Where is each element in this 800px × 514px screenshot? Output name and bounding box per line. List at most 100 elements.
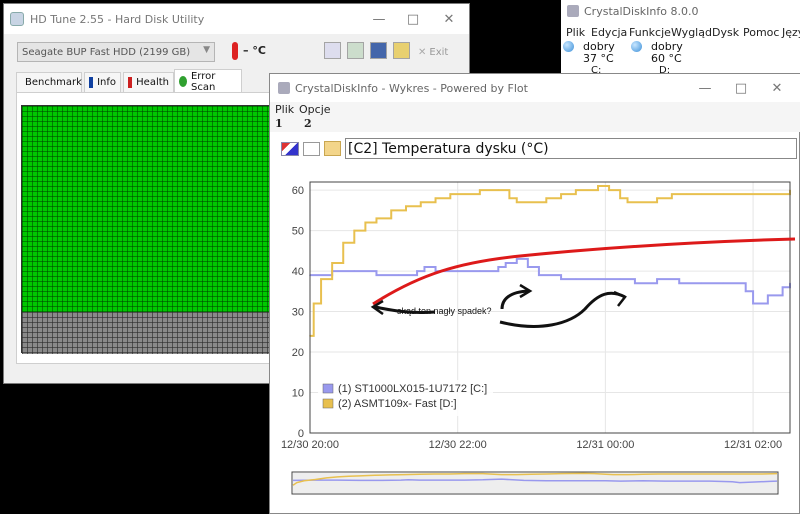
minimize-button[interactable]: —: [362, 4, 396, 34]
series-point: [656, 278, 658, 280]
series-point: [634, 282, 636, 285]
disk-d-temp: 60 °C: [651, 52, 682, 65]
attribute-select[interactable]: [C2] Temperatura dysku (°C): [345, 138, 797, 159]
exit-button[interactable]: ✕ Exit: [418, 42, 458, 62]
temperature-readout: – °C: [243, 44, 266, 57]
tab-info[interactable]: Info: [84, 72, 121, 92]
series-point: [597, 278, 599, 280]
blank-toggle-icon[interactable]: [303, 142, 320, 156]
annotation-arrow-right: [499, 291, 626, 328]
series-point: [312, 302, 315, 305]
options-icon[interactable]: [393, 42, 410, 59]
series-point: [575, 278, 577, 280]
menu-edycja[interactable]: Edycja: [591, 26, 627, 39]
series-point: [397, 274, 400, 276]
x-tick-label: 12/31 02:00: [724, 439, 782, 451]
series-point: [479, 189, 481, 191]
tab-error-scan-label: Error Scan: [190, 70, 216, 93]
menu-pomoc[interactable]: Pomoc: [743, 26, 779, 39]
close-button[interactable]: ✕: [432, 4, 466, 34]
crystaldiskinfo-titlebar[interactable]: CrystalDiskInfo 8.0.0: [561, 0, 800, 22]
folder-icon[interactable]: [324, 141, 341, 156]
y-tick-label: 40: [292, 266, 304, 278]
graph-app-icon: [278, 82, 290, 94]
series-point: [508, 197, 511, 199]
series-point: [560, 193, 562, 195]
series-point: [497, 189, 500, 191]
series-point: [530, 201, 533, 204]
tab-benchmark[interactable]: Benchmark: [16, 72, 82, 92]
series-point: [375, 217, 378, 220]
graph-menu-opcje-label: Opcje: [299, 103, 331, 116]
series-point: [641, 201, 644, 204]
series-point: [722, 193, 725, 195]
series-point: [515, 201, 518, 204]
series-point: [767, 294, 769, 297]
chevron-down-icon: ▼: [203, 45, 210, 55]
series-point: [456, 270, 459, 272]
y-tick-label: 20: [292, 347, 304, 359]
graph-maximize-button[interactable]: □: [724, 74, 758, 102]
hdtune-app-icon: [10, 12, 24, 26]
series-point: [419, 201, 422, 204]
x-tick-label: 12/30 20:00: [281, 439, 339, 451]
series-point: [423, 266, 426, 268]
series-point: [449, 193, 452, 195]
menu-jezyk[interactable]: Języ: [782, 26, 800, 39]
crystaldiskinfo-window: CrystalDiskInfo 8.0.0 Plik Edycja Funkcj…: [561, 0, 800, 80]
y-tick-label: 60: [292, 185, 304, 197]
series-point: [744, 193, 747, 195]
paste-icon[interactable]: [347, 42, 364, 59]
legend-swatch: [322, 383, 334, 394]
flag-icon[interactable]: [281, 142, 299, 156]
menu-dysk[interactable]: Dysk: [712, 26, 739, 39]
disk-c-temp: 37 °C: [583, 52, 614, 65]
graph-menu-opcje[interactable]: Opcje 2: [299, 103, 331, 130]
annotation-arrow-right-head: [613, 290, 627, 307]
series-point: [375, 274, 378, 276]
annotation-text: skąd ten nagły spadek?: [397, 306, 492, 316]
graph-minimize-button[interactable]: —: [688, 74, 722, 102]
error-scan-grid: [21, 105, 271, 354]
series-point: [626, 201, 629, 204]
thermometer-icon: [232, 42, 238, 60]
graph-close-button[interactable]: ✕: [760, 74, 794, 102]
maximize-button[interactable]: □: [396, 4, 430, 34]
series-point: [700, 282, 703, 285]
series-point: [464, 193, 466, 195]
menu-wyglad[interactable]: Wygląd: [671, 26, 712, 39]
series-point: [497, 266, 500, 268]
health-cross-icon: [128, 77, 133, 88]
y-tick-label: 30: [292, 307, 304, 319]
series-point: [700, 193, 703, 195]
drive-select[interactable]: Seagate BUP Fast HDD (2199 GB) ▼: [17, 42, 215, 62]
save-icon[interactable]: [370, 42, 387, 59]
series-point: [759, 193, 762, 195]
series-point: [405, 205, 407, 208]
series-point: [479, 270, 481, 272]
copy-icon[interactable]: [324, 42, 341, 59]
graph-title: CrystalDiskInfo - Wykres - Powered by Fl…: [295, 81, 528, 95]
exit-label: Exit: [429, 46, 449, 58]
series-point: [744, 290, 747, 293]
menu-plik[interactable]: Plik: [566, 26, 585, 39]
series-point: [353, 270, 356, 272]
scan-ok-blocks: [22, 106, 270, 312]
tab-benchmark-label: Benchmark: [25, 77, 82, 88]
series-point: [434, 197, 437, 199]
series-point: [320, 278, 322, 280]
series-point: [722, 282, 725, 285]
menu-funkcje[interactable]: Funkcje: [629, 26, 671, 39]
tab-error-scan[interactable]: Error Scan: [174, 69, 242, 93]
series-point: [538, 274, 540, 276]
graph-menu-plik[interactable]: Plik 1: [275, 103, 294, 130]
series-point: [608, 189, 610, 191]
series-point: [545, 197, 548, 199]
tab-health[interactable]: Health: [123, 72, 174, 92]
attribute-select-value: [C2] Temperatura dysku (°C): [348, 140, 549, 157]
y-tick-label: 50: [292, 226, 304, 238]
series-point: [353, 229, 356, 232]
series-point: [656, 197, 658, 199]
series-point: [575, 189, 577, 191]
x-tick-label: 12/30 22:00: [429, 439, 487, 451]
